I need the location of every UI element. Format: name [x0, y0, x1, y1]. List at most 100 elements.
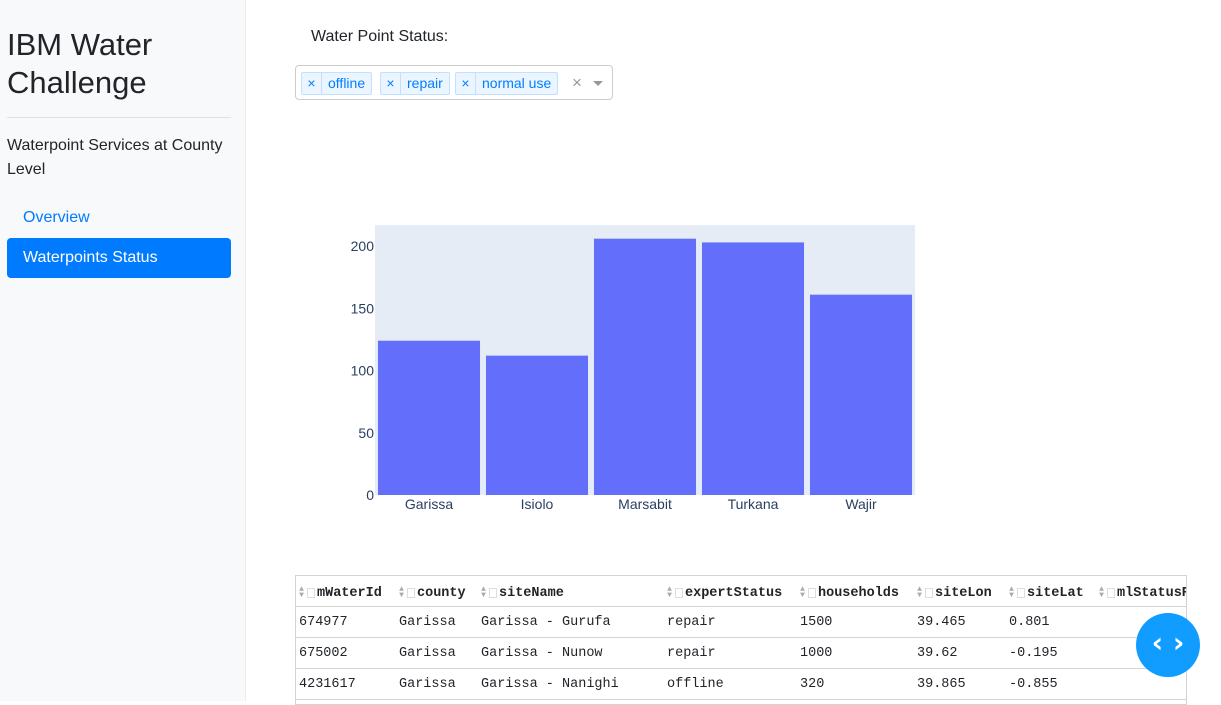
column-header[interactable]: ▲▼ mlStatusPr	[1096, 576, 1186, 607]
tag-remove-icon[interactable]: ×	[381, 73, 401, 94]
tag-label: offline	[328, 75, 366, 91]
table-cell[interactable]: -0.855	[1006, 668, 1096, 700]
table-row[interactable]: 4231617 Garissa Garissa - Nanighi offline 32…	[296, 668, 1186, 700]
column-header-label: expertStatus	[685, 585, 783, 601]
tag-remove-icon[interactable]: ×	[302, 73, 322, 94]
tag-repair: × repair	[380, 72, 450, 95]
column-header-content: ▲ ▼ siteName	[480, 586, 564, 601]
debug-toggle-button[interactable]: ‹ ›	[1136, 613, 1200, 677]
filter-label: Water Point Status:	[311, 28, 449, 45]
x-tick-label: Garissa	[405, 496, 453, 512]
column-header-label: siteLat	[1027, 585, 1084, 601]
table-cell[interactable]: Garissa - Nanighi	[478, 668, 664, 700]
y-tick-label: 0	[366, 487, 374, 503]
hide-column-icon[interactable]	[1017, 588, 1025, 599]
sort-icon[interactable]: ▲ ▼	[799, 586, 806, 600]
table-cell[interactable]: 39.62	[914, 637, 1006, 669]
table-cell[interactable]: Garissa - Gurufa	[478, 606, 664, 638]
app-title-line1: IBM Water	[7, 27, 153, 62]
x-tick-label: Wajir	[845, 496, 877, 512]
sort-icon[interactable]: ▲ ▼	[398, 586, 405, 600]
column-header-label: mlStatusPr	[1117, 585, 1186, 601]
table-cell[interactable]: Garissa - Nunow	[478, 637, 664, 669]
sort-icon[interactable]: ▲ ▼	[480, 586, 487, 600]
table-row[interactable]: 674977 Garissa Garissa - Gurufa repair 1500 3…	[296, 606, 1186, 638]
column-header-label: siteName	[499, 585, 564, 601]
table-cell[interactable]: -0.195	[1006, 637, 1096, 669]
x-tick-label: Isiolo	[521, 496, 554, 512]
table-body: 674977 Garissa Garissa - Gurufa repair 1500 3…	[296, 606, 1186, 700]
column-header-label: mWaterId	[317, 585, 382, 601]
table-cell[interactable]: 1000	[797, 637, 914, 669]
column-header-label: county	[417, 585, 466, 601]
status-multiselect[interactable]: × offline × repair × normal use ×	[295, 65, 613, 100]
table-cell[interactable]: 4231617	[296, 668, 396, 700]
column-header-content: ▲ ▼ mWaterId	[298, 586, 382, 601]
column-header-content: ▲ ▼ siteLat	[1008, 586, 1084, 601]
sort-icon[interactable]: ▲ ▼	[916, 586, 923, 600]
table-cell[interactable]: 39.465	[914, 606, 1006, 638]
sidebar: IBM Water Challenge Waterpoint Services …	[0, 0, 246, 701]
table-cell[interactable]: repair	[664, 606, 797, 638]
hide-column-icon[interactable]	[1107, 588, 1115, 599]
table-cell[interactable]: Garissa	[396, 606, 478, 638]
clear-all-icon[interactable]: ×	[572, 73, 582, 93]
chevron-down-icon[interactable]	[593, 81, 603, 86]
table-cell[interactable]: offline	[664, 668, 797, 700]
bar-marsabit[interactable]	[593, 238, 697, 495]
table-cell[interactable]: 674977	[296, 606, 396, 638]
hide-column-icon[interactable]	[307, 588, 315, 599]
column-header[interactable]: ▲ ▼ households	[797, 576, 914, 607]
bar-wajir[interactable]	[809, 294, 913, 495]
app-title-line2: Challenge	[7, 65, 147, 100]
hide-column-icon[interactable]	[407, 588, 415, 599]
bar-turkana[interactable]	[701, 242, 805, 495]
y-tick-label: 100	[351, 363, 375, 379]
tag-offline: × offline	[301, 72, 373, 95]
hide-column-icon[interactable]	[489, 588, 497, 599]
table-cell[interactable]: Garissa	[396, 637, 478, 669]
table-cell[interactable]: Garissa	[396, 668, 478, 700]
bar-isiolo[interactable]	[485, 355, 589, 495]
table-cell[interactable]: 1500	[797, 606, 914, 638]
code-icon: ‹ ›	[1151, 626, 1185, 659]
hide-column-icon[interactable]	[925, 588, 933, 599]
hide-column-icon[interactable]	[808, 588, 816, 599]
nav-overview[interactable]: Overview	[7, 198, 231, 238]
table-cell[interactable]: 675002	[296, 637, 396, 669]
column-header[interactable]: ▲ ▼ mWaterId	[296, 576, 396, 607]
table-cell[interactable]: 320	[797, 668, 914, 700]
sort-icon[interactable]: ▲ ▼	[1008, 586, 1015, 600]
column-header[interactable]: ▲ ▼ expertStatus	[664, 576, 797, 607]
column-header[interactable]: ▲ ▼ siteLat	[1006, 576, 1096, 607]
hide-column-icon[interactable]	[675, 588, 683, 599]
sidebar-lead: Waterpoint Services at County Level	[7, 137, 223, 178]
tag-label: normal use	[482, 75, 552, 91]
data-table: ▲ ▼ mWaterId ▲ ▼ county ▲ ▼ siteName ▲ ▼ expertStat…	[296, 576, 1186, 700]
column-header-label: siteLon	[935, 585, 992, 601]
x-tick-label: Turkana	[728, 496, 779, 512]
tag-remove-icon[interactable]: ×	[456, 73, 476, 94]
column-header-content: ▲ ▼ county	[398, 586, 466, 601]
column-header[interactable]: ▲ ▼ siteName	[478, 576, 664, 607]
y-tick-label: 50	[358, 425, 374, 441]
waterpoints-table: ▲ ▼ mWaterId ▲ ▼ county ▲ ▼ siteName ▲ ▼ expertStat…	[295, 575, 1187, 705]
column-header-label: households	[818, 585, 900, 601]
table-cell[interactable]: 39.865	[914, 668, 1006, 700]
bar-garissa[interactable]	[377, 340, 481, 495]
sidebar-divider	[7, 117, 231, 118]
column-header[interactable]: ▲ ▼ county	[396, 576, 478, 607]
table-header-row: ▲ ▼ mWaterId ▲ ▼ county ▲ ▼ siteName ▲ ▼ expertStat…	[296, 576, 1186, 607]
column-header[interactable]: ▲ ▼ siteLon	[914, 576, 1006, 607]
nav-waterpoints-status[interactable]: Waterpoints Status	[7, 238, 231, 278]
tag-label: repair	[407, 75, 443, 91]
column-header-content: ▲ ▼ siteLon	[916, 586, 992, 601]
app-title: IBM Water Challenge	[7, 26, 237, 102]
table-cell[interactable]: 0.801	[1006, 606, 1096, 638]
sort-icon[interactable]: ▲ ▼	[298, 586, 305, 600]
table-cell[interactable]: repair	[664, 637, 797, 669]
table-row[interactable]: 675002 Garissa Garissa - Nunow repair 1000 39…	[296, 637, 1186, 669]
sort-icon[interactable]: ▲ ▼	[1098, 586, 1105, 600]
y-tick-label: 200	[351, 238, 375, 254]
sort-icon[interactable]: ▲ ▼	[666, 586, 673, 600]
